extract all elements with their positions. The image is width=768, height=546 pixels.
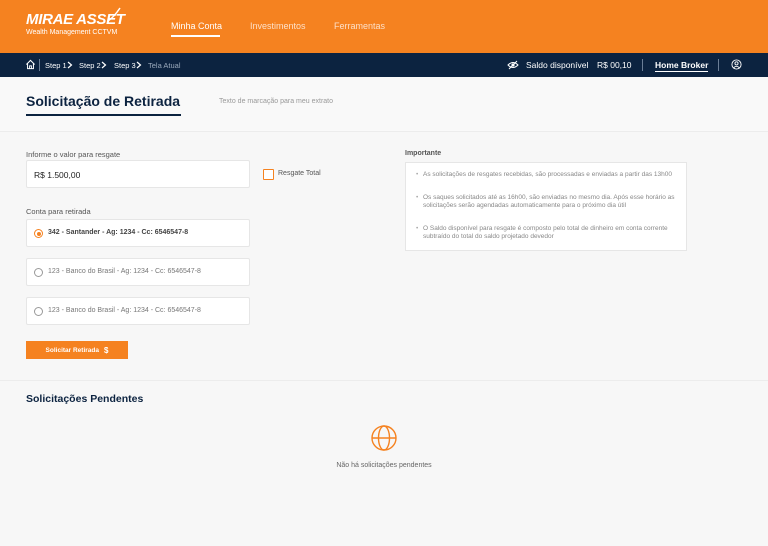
submit-withdraw-button[interactable]: Solicitar Retirada $ xyxy=(26,341,128,359)
breadcrumb-separator xyxy=(39,59,40,71)
tab-minha-conta[interactable]: Minha Conta xyxy=(171,21,222,31)
account-option-1[interactable]: 342 - Santander - Ag: 1234 - Cc: 6546547… xyxy=(26,219,250,247)
eye-off-icon[interactable] xyxy=(507,60,519,70)
page-title: Solicitação de Retirada xyxy=(26,93,181,109)
amount-value: R$ 1.500,00 xyxy=(34,170,81,180)
account-radio[interactable] xyxy=(34,307,43,316)
submit-label: Solicitar Retirada xyxy=(45,346,99,354)
account-label: 123 - Banco do Brasil - Ag: 1234 - Cc: 6… xyxy=(48,268,201,275)
logo-swoosh-icon xyxy=(107,7,121,22)
breadcrumb-current: Tela Atual xyxy=(148,61,181,70)
dollar-icon: $ xyxy=(104,345,109,355)
total-withdraw-checkbox[interactable] xyxy=(263,169,274,180)
account-label: 342 - Santander - Ag: 1234 - Cc: 6546547… xyxy=(48,229,189,236)
brand-logo[interactable]: MIRAE ASSET Wealth Management CCTVM xyxy=(26,7,125,37)
account-option-2[interactable]: 123 - Banco do Brasil - Ag: 1234 - Cc: 6… xyxy=(26,258,250,286)
title-underline xyxy=(26,114,181,116)
home-icon[interactable] xyxy=(25,59,36,70)
account-option-3[interactable]: 123 - Banco do Brasil - Ag: 1234 - Cc: 6… xyxy=(26,297,250,325)
total-withdraw-label[interactable]: Resgate Total xyxy=(278,170,321,177)
account-radio[interactable] xyxy=(34,268,43,277)
accounts-label: Conta para retirada xyxy=(26,207,91,216)
chevron-right-icon xyxy=(67,61,73,69)
statement-text: Texto de marcação para meu extrato xyxy=(219,98,334,105)
active-tab-indicator xyxy=(171,35,220,37)
section-divider xyxy=(0,380,768,381)
balance-label: Saldo disponível xyxy=(526,60,589,70)
breadcrumb-bar: Step 1 Step 2 Step 3 Tela Atual Saldo di… xyxy=(0,53,768,77)
globe-icon xyxy=(371,425,397,451)
breadcrumb-step-1[interactable]: Step 1 xyxy=(45,61,67,70)
amount-input[interactable]: R$ 1.500,00 xyxy=(26,160,250,188)
breadcrumb-step-2[interactable]: Step 2 xyxy=(79,61,101,70)
bar-separator xyxy=(642,59,643,71)
important-title: Importante xyxy=(405,150,442,157)
home-broker-link[interactable]: Home Broker xyxy=(655,60,709,72)
important-item: Os saques solicitados até as 16h00, são … xyxy=(416,194,680,210)
page-header: Solicitação de Retirada Texto de marcaçã… xyxy=(0,77,768,132)
important-panel: As solicitações de resgates recebidas, s… xyxy=(405,162,687,251)
breadcrumb-step-3[interactable]: Step 3 xyxy=(114,61,136,70)
account-label: 123 - Banco do Brasil - Ag: 1234 - Cc: 6… xyxy=(48,307,201,314)
amount-label: Informe o valor para resgate xyxy=(26,150,121,159)
empty-state-text: Não há solicitações pendentes xyxy=(336,462,432,469)
tab-investimentos[interactable]: Investimentos xyxy=(250,21,306,31)
important-item: As solicitações de resgates recebidas, s… xyxy=(416,171,680,179)
chevron-right-icon xyxy=(101,61,107,69)
balance-value: R$ 00,10 xyxy=(597,60,632,70)
important-item: O Saldo disponível para resgate é compos… xyxy=(416,225,680,241)
tab-ferramentas[interactable]: Ferramentas xyxy=(334,21,385,31)
brand-subtitle: Wealth Management CCTVM xyxy=(26,29,118,36)
chevron-right-icon xyxy=(136,61,142,69)
top-header: MIRAE ASSET Wealth Management CCTVM Minh… xyxy=(0,0,768,53)
bar-separator xyxy=(718,59,719,71)
account-radio[interactable] xyxy=(34,229,43,238)
user-icon[interactable] xyxy=(731,59,742,70)
pending-title: Solicitações Pendentes xyxy=(26,393,144,405)
